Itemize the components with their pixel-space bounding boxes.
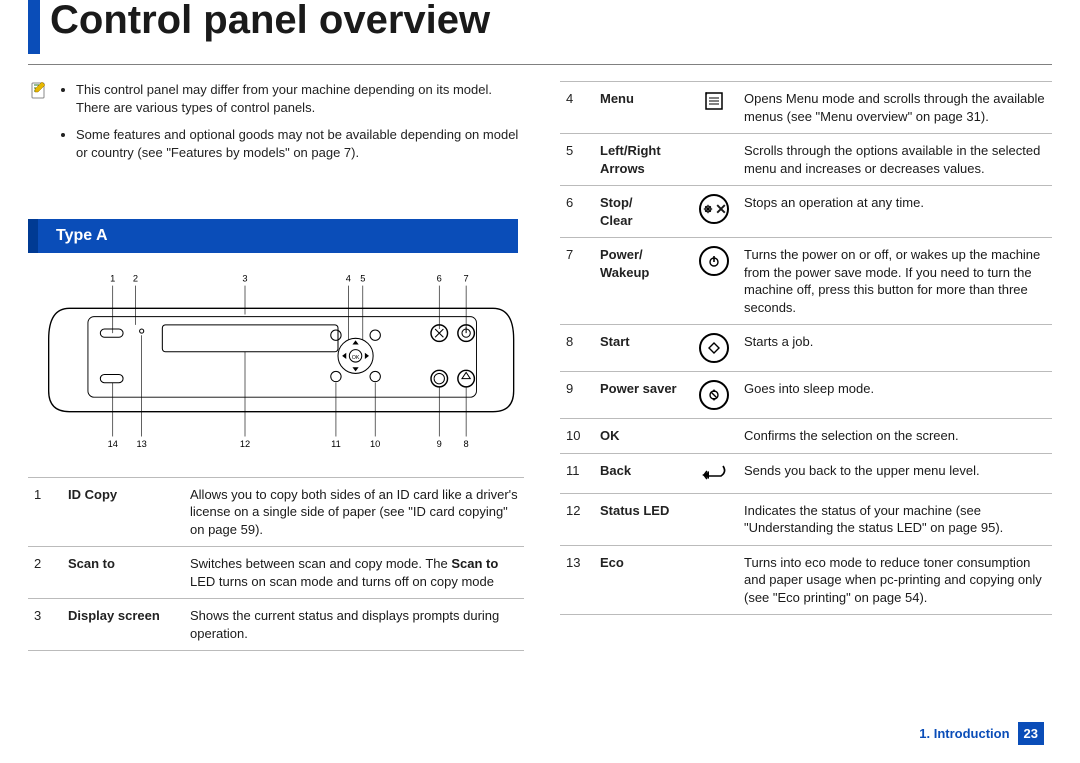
row-desc: Indicates the status of your machine (se… (738, 493, 1052, 545)
row-desc: Shows the current status and displays pr… (184, 599, 524, 651)
menu-icon: * (690, 82, 738, 134)
table-row: 11 Back Sends you back to the upper menu… (560, 454, 1052, 494)
row-desc: Switches between scan and copy mode. The… (184, 547, 524, 599)
row-desc: Confirms the selection on the screen. (738, 419, 1052, 454)
row-name: Scan to (62, 547, 184, 599)
callout-7: 7 (464, 274, 469, 284)
callout-8: 8 (464, 439, 469, 449)
callout-6: 6 (437, 274, 442, 284)
no-icon (690, 134, 738, 186)
callout-13: 13 (137, 439, 147, 449)
page-title-bar: Control panel overview (28, 0, 1052, 54)
back-icon (690, 454, 738, 494)
callout-2: 2 (133, 274, 138, 284)
row-num: 10 (560, 419, 594, 454)
callout-11: 11 (331, 439, 341, 449)
row-name: Display screen (62, 599, 184, 651)
no-icon (690, 493, 738, 545)
footer-chapter: 1. Introduction (919, 726, 1009, 741)
type-a-heading: Type A (38, 219, 518, 253)
note-icon (28, 81, 48, 101)
table-row: 1 ID Copy Allows you to copy both sides … (28, 477, 524, 547)
feature-table-left: 1 ID Copy Allows you to copy both sides … (28, 477, 524, 652)
control-panel-diagram: 1 2 3 4 5 6 7 (28, 267, 524, 466)
table-row: 12 Status LED Indicates the status of yo… (560, 493, 1052, 545)
page-title: Control panel overview (50, 0, 490, 42)
table-row: 3 Display screen Shows the current statu… (28, 599, 524, 651)
footer-page-number: 23 (1018, 722, 1044, 745)
row-name: Start (594, 325, 690, 372)
table-row: 9 Power saver Goes into sleep mode. (560, 372, 1052, 419)
table-row: 10 OK Confirms the selection on the scre… (560, 419, 1052, 454)
title-rule (28, 64, 1052, 65)
callout-5: 5 (360, 274, 365, 284)
feature-table-right: 4 Menu * Opens Menu mode and scrolls thr… (560, 81, 1052, 615)
row-desc: Starts a job. (738, 325, 1052, 372)
row-num: 6 (560, 186, 594, 238)
callout-12: 12 (240, 439, 250, 449)
row-num: 13 (560, 545, 594, 615)
row-name: Status LED (594, 493, 690, 545)
note-list: This control panel may differ from your … (58, 81, 524, 171)
callout-1: 1 (110, 274, 115, 284)
diagram-ok-label: OK (352, 355, 360, 361)
row-name: Stop/ Clear (594, 186, 690, 238)
row-num: 5 (560, 134, 594, 186)
table-row: 5 Left/Right Arrows Scrolls through the … (560, 134, 1052, 186)
table-row: 2 Scan to Switches between scan and copy… (28, 547, 524, 599)
start-icon (690, 325, 738, 372)
row-name: Eco (594, 545, 690, 615)
power-icon (690, 238, 738, 325)
row-num: 1 (28, 477, 62, 547)
svg-text:*: * (705, 92, 708, 99)
row-num: 8 (560, 325, 594, 372)
row-desc: Turns into eco mode to reduce toner cons… (738, 545, 1052, 615)
row-name: ID Copy (62, 477, 184, 547)
callout-10: 10 (370, 439, 380, 449)
row-num: 9 (560, 372, 594, 419)
callout-3: 3 (242, 274, 247, 284)
page-footer: 1. Introduction 23 (919, 722, 1044, 745)
row-name: Power saver (594, 372, 690, 419)
table-row: 4 Menu * Opens Menu mode and scrolls thr… (560, 82, 1052, 134)
row-num: 3 (28, 599, 62, 651)
row-desc: Turns the power on or off, or wakes up t… (738, 238, 1052, 325)
row-desc: Stops an operation at any time. (738, 186, 1052, 238)
stop-icon: ✕ (690, 186, 738, 238)
row-name: Left/Right Arrows (594, 134, 690, 186)
callout-4: 4 (346, 274, 351, 284)
type-a-heading-wrap: Type A (28, 219, 524, 253)
note-item: This control panel may differ from your … (76, 81, 524, 116)
callout-14: 14 (108, 439, 118, 449)
row-name: OK (594, 419, 690, 454)
table-row: 7 Power/ Wakeup Turns the power on or of… (560, 238, 1052, 325)
row-desc: Opens Menu mode and scrolls through the … (738, 82, 1052, 134)
row-num: 4 (560, 82, 594, 134)
row-num: 12 (560, 493, 594, 545)
no-icon (690, 545, 738, 615)
table-row: 8 Start Starts a job. (560, 325, 1052, 372)
note-block: This control panel may differ from your … (28, 81, 524, 171)
note-item: Some features and optional goods may not… (76, 126, 524, 161)
row-name: Power/ Wakeup (594, 238, 690, 325)
row-num: 7 (560, 238, 594, 325)
table-row: 6 Stop/ Clear ✕ Stops an operation at an… (560, 186, 1052, 238)
title-accent (28, 0, 40, 54)
row-desc: Sends you back to the upper menu level. (738, 454, 1052, 494)
row-num: 2 (28, 547, 62, 599)
no-icon (690, 419, 738, 454)
callout-9: 9 (437, 439, 442, 449)
row-desc: Allows you to copy both sides of an ID c… (184, 477, 524, 547)
row-num: 11 (560, 454, 594, 494)
row-desc: Scrolls through the options available in… (738, 134, 1052, 186)
table-row: 13 Eco Turns into eco mode to reduce ton… (560, 545, 1052, 615)
row-desc: Goes into sleep mode. (738, 372, 1052, 419)
row-name: Menu (594, 82, 690, 134)
power-saver-icon (690, 372, 738, 419)
row-name: Back (594, 454, 690, 494)
